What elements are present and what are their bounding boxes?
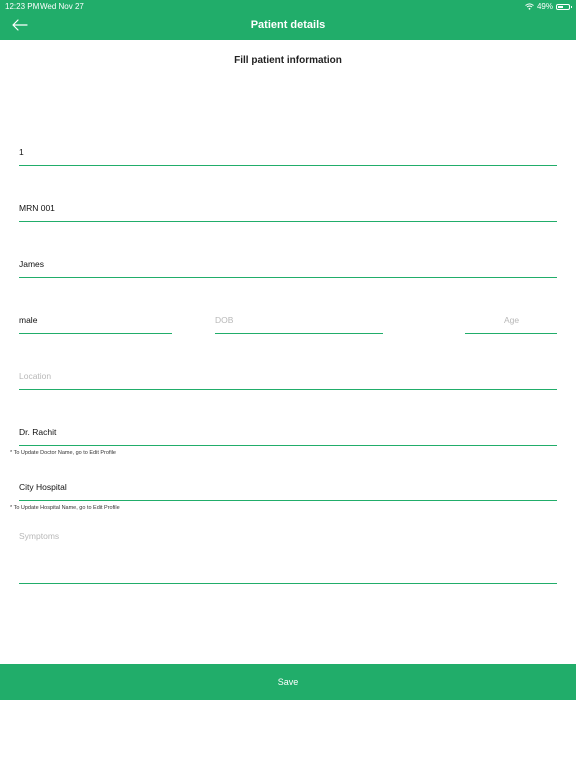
status-time: 12:23 PM xyxy=(5,2,40,11)
doctor-value: Dr. Rachit xyxy=(19,427,57,437)
doctor-note: * To Update Doctor Name, go to Edit Prof… xyxy=(10,450,116,456)
patient-id-value: 1 xyxy=(19,147,24,157)
hospital-field[interactable]: City Hospital xyxy=(19,482,557,501)
location-placeholder: Location xyxy=(19,371,52,381)
form-heading: Fill patient information xyxy=(234,55,342,66)
app-header: 12:23 PM Wed Nov 27 49% Patient details xyxy=(0,0,576,40)
battery-percent: 49% xyxy=(536,2,553,11)
status-bar: 12:23 PM Wed Nov 27 49% xyxy=(0,2,576,12)
symptoms-field[interactable]: Symptoms xyxy=(19,531,557,584)
age-field[interactable]: Age xyxy=(465,315,557,334)
name-value: James xyxy=(19,259,45,269)
wifi-icon xyxy=(525,3,534,10)
name-field[interactable]: James xyxy=(19,259,557,278)
age-placeholder: Age xyxy=(504,315,520,325)
location-field[interactable]: Location xyxy=(19,371,557,390)
status-date: Wed Nov 27 xyxy=(40,2,84,11)
hospital-value: City Hospital xyxy=(19,482,67,492)
battery-fill xyxy=(558,5,563,8)
save-button[interactable]: Save xyxy=(0,664,576,700)
hospital-note: * To Update Hospital Name, go to Edit Pr… xyxy=(10,505,120,511)
patient-id-field[interactable]: 1 xyxy=(19,147,557,166)
mrn-value: MRN 001 xyxy=(19,203,55,213)
dob-placeholder: DOB xyxy=(215,315,234,325)
page-title: Patient details xyxy=(250,19,326,31)
battery-icon xyxy=(556,3,572,10)
dob-field[interactable]: DOB xyxy=(215,315,383,334)
symptoms-placeholder: Symptoms xyxy=(19,531,60,541)
status-right: 49% xyxy=(525,2,572,11)
gender-value: male xyxy=(19,315,38,325)
doctor-field[interactable]: Dr. Rachit xyxy=(19,427,557,446)
mrn-field[interactable]: MRN 001 xyxy=(19,203,557,222)
gender-field[interactable]: male xyxy=(19,315,172,334)
